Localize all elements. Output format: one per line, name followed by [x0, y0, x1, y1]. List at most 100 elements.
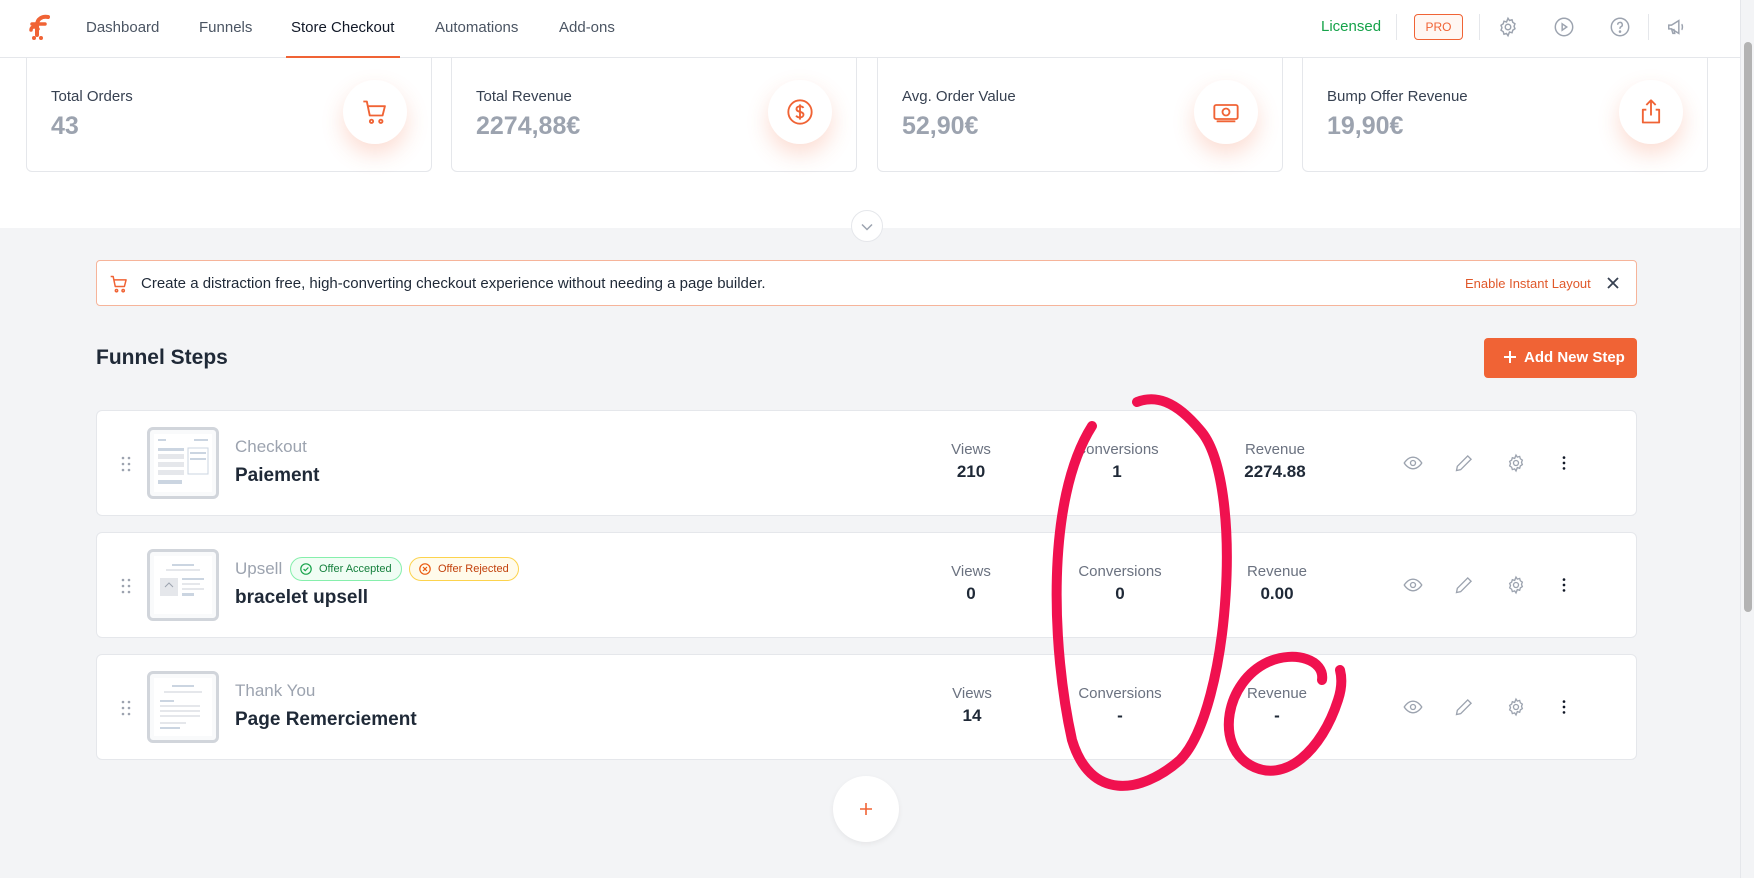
views-value: 14: [962, 706, 982, 725]
pencil-icon[interactable]: [1454, 453, 1474, 473]
stat-icon-wrap: [768, 80, 832, 144]
add-step-circle-button[interactable]: [833, 776, 899, 842]
revenue-label: Revenue: [1246, 685, 1308, 702]
checkout-page-preview-icon: [154, 434, 212, 492]
gear-icon[interactable]: [1506, 697, 1526, 717]
views-label: Views: [951, 441, 991, 458]
gear-icon[interactable]: [1497, 16, 1519, 38]
dollar-circle-icon: [787, 99, 813, 125]
stats-section: Total Orders 43 Total Revenue 2274,88€ A…: [0, 58, 1740, 228]
tab-store-checkout[interactable]: Store Checkout: [291, 19, 394, 36]
stat-icon-wrap: [1194, 80, 1258, 144]
eye-icon[interactable]: [1403, 575, 1423, 595]
cartflows-logo-icon[interactable]: [28, 13, 56, 41]
help-icon[interactable]: [1609, 16, 1631, 38]
share-upload-icon: [1641, 99, 1661, 124]
collapse-stats-button[interactable]: [851, 210, 883, 242]
conversions-value: 1: [1112, 462, 1122, 481]
step-views: Views 210: [911, 441, 1031, 482]
tab-funnels[interactable]: Funnels: [199, 19, 252, 36]
step-name[interactable]: bracelet upsell: [235, 587, 368, 609]
views-value: 210: [956, 462, 986, 481]
conversions-value: -: [1117, 706, 1123, 725]
step-conversions: Conversions 1: [1057, 441, 1177, 482]
gear-icon[interactable]: [1506, 453, 1526, 473]
views-label: Views: [951, 563, 991, 580]
chevron-down-icon: [861, 223, 873, 231]
add-new-step-label: Add New Step: [1524, 349, 1625, 366]
eye-icon[interactable]: [1403, 453, 1423, 473]
step-thumbnail[interactable]: [147, 671, 219, 743]
pro-badge[interactable]: PRO: [1414, 14, 1463, 40]
step-thumbnail[interactable]: [147, 427, 219, 499]
page-scrollbar[interactable]: [1740, 0, 1754, 878]
tab-automations[interactable]: Automations: [435, 19, 518, 36]
stat-value: 2274,88€: [476, 112, 581, 140]
pencil-icon[interactable]: [1454, 575, 1474, 595]
page-title: Funnel Steps: [96, 346, 228, 369]
stat-icon-wrap: [1619, 80, 1683, 144]
funnel-step-row[interactable]: Upsell Offer Accepted Offer Rejected bra…: [96, 532, 1637, 638]
cart-icon: [110, 275, 127, 293]
upsell-page-preview-icon: [154, 556, 212, 614]
tab-dashboard[interactable]: Dashboard: [86, 19, 159, 36]
revenue-value: -: [1274, 706, 1280, 725]
megaphone-icon[interactable]: [1666, 16, 1688, 38]
instant-layout-notice: Create a distraction free, high-converti…: [96, 260, 1637, 306]
drag-handle-icon[interactable]: [121, 456, 131, 472]
scrollbar-thumb[interactable]: [1744, 42, 1752, 612]
stat-icon-wrap: [343, 80, 407, 144]
eye-icon[interactable]: [1403, 697, 1423, 717]
conversions-label: Conversions: [1078, 563, 1162, 580]
stat-value: 52,90€: [902, 112, 979, 140]
step-type: Upsell: [235, 559, 283, 578]
revenue-value: 0.00: [1260, 584, 1294, 603]
offer-rejected-badge[interactable]: Offer Rejected: [409, 557, 519, 581]
drag-handle-icon[interactable]: [121, 578, 131, 594]
close-icon[interactable]: [1605, 275, 1621, 291]
stat-card-total-orders: Total Orders 43: [26, 58, 432, 172]
step-views: Views 14: [912, 685, 1032, 726]
offer-accepted-badge[interactable]: Offer Accepted: [290, 557, 402, 581]
add-new-step-button[interactable]: Add New Step: [1484, 338, 1637, 378]
check-circle-icon: [300, 563, 312, 575]
conversions-label: Conversions: [1078, 685, 1162, 702]
conversions-value: 0: [1115, 584, 1125, 603]
x-circle-icon: [419, 563, 431, 575]
stat-card-bump-offer-revenue: Bump Offer Revenue 19,90€: [1302, 58, 1708, 172]
step-name[interactable]: Page Remerciement: [235, 709, 417, 731]
more-vertical-icon[interactable]: [1554, 575, 1574, 595]
drag-handle-icon[interactable]: [121, 700, 131, 716]
pencil-icon[interactable]: [1454, 697, 1474, 717]
step-type: Thank You: [235, 681, 316, 700]
thank-you-page-preview-icon: [154, 678, 212, 736]
stat-label: Avg. Order Value: [902, 88, 1016, 105]
stat-card-avg-order-value: Avg. Order Value 52,90€: [877, 58, 1283, 172]
tab-add-ons[interactable]: Add-ons: [559, 19, 615, 36]
more-vertical-icon[interactable]: [1554, 697, 1574, 717]
funnel-step-row[interactable]: Thank You Page Remerciement Views 14 Con…: [96, 654, 1637, 760]
more-vertical-icon[interactable]: [1554, 453, 1574, 473]
step-revenue: Revenue 2274.88: [1215, 441, 1335, 482]
views-value: 0: [966, 584, 976, 603]
step-conversions: Conversions 0: [1060, 563, 1180, 604]
funnel-step-row[interactable]: Checkout Paiement Views 210 Conversions …: [96, 410, 1637, 516]
stat-value: 43: [51, 112, 79, 140]
notice-text: Create a distraction free, high-converti…: [141, 275, 766, 292]
step-views: Views 0: [911, 563, 1031, 604]
offer-accepted-label: Offer Accepted: [319, 563, 392, 575]
enable-instant-layout-link[interactable]: Enable Instant Layout: [1465, 276, 1591, 291]
step-thumbnail[interactable]: [147, 549, 219, 621]
play-icon[interactable]: [1553, 16, 1575, 38]
stat-label: Total Orders: [51, 88, 133, 105]
views-label: Views: [952, 685, 992, 702]
money-bill-icon: [1213, 104, 1239, 123]
divider: [1648, 14, 1649, 40]
step-revenue: Revenue -: [1217, 685, 1337, 726]
plus-icon: [1504, 351, 1516, 363]
cart-icon: [363, 100, 386, 124]
step-conversions: Conversions -: [1060, 685, 1180, 726]
revenue-value: 2274.88: [1244, 462, 1306, 481]
step-name[interactable]: Paiement: [235, 465, 319, 487]
gear-icon[interactable]: [1506, 575, 1526, 595]
